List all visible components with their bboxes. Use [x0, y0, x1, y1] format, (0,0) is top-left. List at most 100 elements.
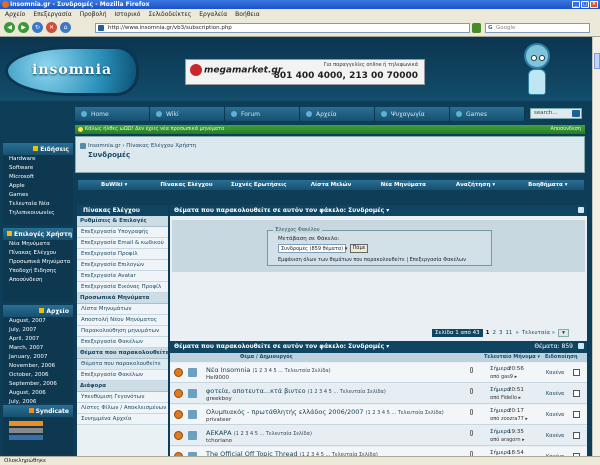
- topnav-games[interactable]: Games: [450, 107, 525, 121]
- topnav-forum[interactable]: Forum: [225, 107, 300, 121]
- collapse-icon[interactable]: [578, 207, 584, 213]
- subnav-tools[interactable]: Βοηθήματα ▾: [512, 180, 584, 190]
- topnav-home[interactable]: Home: [75, 107, 150, 121]
- stop-icon[interactable]: ✕: [46, 22, 57, 33]
- table-row[interactable]: ΑΕΚΑΡΑ (1 2 3 4 5 ... Τελευταία Σελίδα) t…: [170, 426, 587, 446]
- menu-bookmarks[interactable]: Σελιδοδείκτες: [148, 11, 191, 18]
- thread-pages[interactable]: (1 2 3 4 5 ... Τελευταία Σελίδα): [252, 368, 330, 374]
- select-checkbox[interactable]: [573, 390, 580, 397]
- sidebar-user-link[interactable]: Νέα Μηνύματα: [3, 240, 73, 249]
- page-last-link[interactable]: Τελευταία »: [522, 330, 555, 336]
- logout-link[interactable]: Αποσύνδεση: [551, 126, 581, 132]
- select-checkbox[interactable]: [573, 411, 580, 418]
- subnav-new-posts[interactable]: Νέα Μηνύματα: [367, 180, 439, 190]
- cp-link[interactable]: Αποστολή Νέου Μηνύματος: [77, 315, 168, 326]
- scroll-thumb[interactable]: [594, 53, 600, 69]
- sidebar-news-link[interactable]: Software: [3, 164, 73, 173]
- sidebar-news-link[interactable]: Τελευταία Νέα: [3, 200, 73, 209]
- site-search-input[interactable]: search...: [530, 108, 582, 119]
- page-link[interactable]: 3: [499, 330, 503, 336]
- atom-badge-icon[interactable]: [9, 435, 43, 440]
- select-checkbox[interactable]: [573, 432, 580, 439]
- cp-link[interactable]: Επεξεργασία Εικόνας Προφίλ: [77, 282, 168, 293]
- thread-title[interactable]: Νέα Insomnia: [206, 366, 250, 374]
- maximize-button[interactable]: □: [581, 1, 589, 8]
- topnav-wiki[interactable]: Wiki: [150, 107, 225, 121]
- back-icon[interactable]: ◀: [4, 22, 15, 33]
- rss-badge-icon[interactable]: [9, 421, 43, 426]
- cp-link[interactable]: Υπενθύμιση Γεγονότων: [77, 392, 168, 403]
- go-button[interactable]: Πάμε: [350, 244, 368, 253]
- subnav-search[interactable]: Αναζήτηση ▾: [439, 180, 511, 190]
- column-last-post[interactable]: Τελευταίο Μήνυμα ▾: [470, 353, 542, 362]
- reload-icon[interactable]: ↻: [32, 22, 43, 33]
- vertical-scrollbar[interactable]: [592, 37, 600, 456]
- thread-title[interactable]: ΑΕΚΑΡΑ: [206, 429, 232, 437]
- sidebar-archive-link[interactable]: August, 2007: [3, 317, 73, 326]
- cp-link[interactable]: Λίστες Φίλων / Αποκλεισμένων: [77, 403, 168, 414]
- subnav-buwiki[interactable]: BuWiki ▾: [78, 180, 150, 190]
- search-go-icon[interactable]: [572, 110, 580, 117]
- forward-icon[interactable]: ▶: [18, 22, 29, 33]
- thread-pages[interactable]: (1 2 3 4 5 ... Τελευταία Σελίδα): [366, 410, 444, 416]
- menu-tools[interactable]: Εργαλεία: [199, 11, 227, 18]
- minimize-button[interactable]: _: [572, 1, 580, 8]
- cp-link[interactable]: Επεξεργασία Επιλογών: [77, 260, 168, 271]
- folder-select[interactable]: Συνδρομές (859 θέματα) ▾: [278, 244, 347, 253]
- cp-link[interactable]: Παρακολούθηση μηνυμάτων: [77, 326, 168, 337]
- last-post-author[interactable]: από gas9 ▸: [490, 374, 517, 380]
- table-row[interactable]: φοτεία, αποτευτα...κτά βιντεο (1 2 3 4 5…: [170, 384, 587, 404]
- cp-link[interactable]: Επεξεργασία Φακέλων: [77, 370, 168, 381]
- page-link[interactable]: 2: [492, 330, 496, 336]
- table-row[interactable]: Ολυμπιακός - πρωτάθλητής ελλάδος 2006/20…: [170, 405, 587, 425]
- thread-pages[interactable]: (1 2 3 4 5 ... Τελευταία Σελίδα): [308, 389, 386, 395]
- sidebar-user-link[interactable]: Αποσύνδεση: [3, 276, 73, 285]
- sidebar-archive-link[interactable]: November, 2006: [3, 362, 73, 371]
- thread-title[interactable]: φοτεία, αποτευτα...κτά βιντεο: [206, 387, 306, 395]
- cp-link[interactable]: Θέματα που παρακολουθείτε: [77, 359, 168, 370]
- thread-author[interactable]: greekboy: [206, 396, 232, 402]
- subnav-members[interactable]: Λίστα Μελών: [295, 180, 367, 190]
- sidebar-news-link[interactable]: Τηλεπικοινωνίες: [3, 209, 73, 218]
- cp-link[interactable]: Συνημμένα Αρχεία: [77, 414, 168, 425]
- sidebar-user-link[interactable]: Προσωπικά Μηνύματα: [3, 258, 73, 267]
- url-bar[interactable]: http://www.insomnia.gr/vb3/subscription.…: [95, 23, 470, 33]
- menu-edit[interactable]: Επεξεργασία: [33, 11, 71, 18]
- select-checkbox[interactable]: [573, 369, 580, 376]
- topnav-files[interactable]: Αρχεία: [300, 107, 375, 121]
- cp-link[interactable]: Επεξεργασία Email & κωδικού: [77, 238, 168, 249]
- sidebar-news-link[interactable]: Hardware: [3, 155, 73, 164]
- folder-links[interactable]: Εμφάνιση όλων των θεμάτων που παρακολουθ…: [278, 257, 466, 263]
- column-notification[interactable]: Ειδοποίηση: [542, 353, 587, 362]
- close-button[interactable]: ×: [590, 1, 598, 8]
- last-post-author[interactable]: από Fidello ▸: [490, 395, 521, 401]
- cp-link[interactable]: Επεξεργασία Προφίλ: [77, 249, 168, 260]
- thread-author[interactable]: Hel9000: [206, 375, 229, 381]
- menu-file[interactable]: Αρχείο: [5, 11, 25, 18]
- page-link[interactable]: 11: [505, 330, 512, 336]
- go-button[interactable]: [472, 23, 481, 33]
- sidebar-news-link[interactable]: Games: [3, 191, 73, 200]
- cp-link[interactable]: Επεξεργασία Υπογραφής: [77, 227, 168, 238]
- ad-banner[interactable]: megamarket.gr Για παραγγελίες online ή τ…: [185, 59, 425, 85]
- sidebar-archive-link[interactable]: September, 2006: [3, 380, 73, 389]
- site-logo[interactable]: insomnia: [8, 49, 136, 93]
- subnav-usercp[interactable]: Πίνακας Ελέγχου: [150, 180, 222, 190]
- sidebar-archive-link[interactable]: August, 2006: [3, 389, 73, 398]
- topnav-entertainment[interactable]: Ψυχαγωγία: [375, 107, 450, 121]
- menu-help[interactable]: Βοήθεια: [235, 11, 260, 18]
- sidebar-archive-link[interactable]: October, 2006: [3, 371, 73, 380]
- thread-author[interactable]: privateer: [206, 417, 231, 423]
- last-post-author[interactable]: από zoozra77 ▸: [490, 416, 528, 422]
- menu-history[interactable]: Ιστορικό: [115, 11, 141, 18]
- sidebar-user-link[interactable]: Υποδοχή Ειδησης: [3, 267, 73, 276]
- table-row[interactable]: Νέα Insomnia (1 2 3 4 5 ... Τελευταία Σε…: [170, 363, 587, 383]
- column-title[interactable]: Θέμα / Δημιουργός: [170, 353, 470, 362]
- menu-view[interactable]: Προβολή: [80, 11, 107, 18]
- cp-link[interactable]: Λίστα Μηνυμάτων: [77, 304, 168, 315]
- page-next-link[interactable]: »: [515, 330, 518, 336]
- xml-badge-icon[interactable]: [9, 428, 43, 433]
- sidebar-archive-link[interactable]: January, 2007: [3, 353, 73, 362]
- collapse-icon[interactable]: [578, 343, 584, 349]
- table-row[interactable]: The Official Off Topic Thread (1 2 3 4 5…: [170, 447, 587, 456]
